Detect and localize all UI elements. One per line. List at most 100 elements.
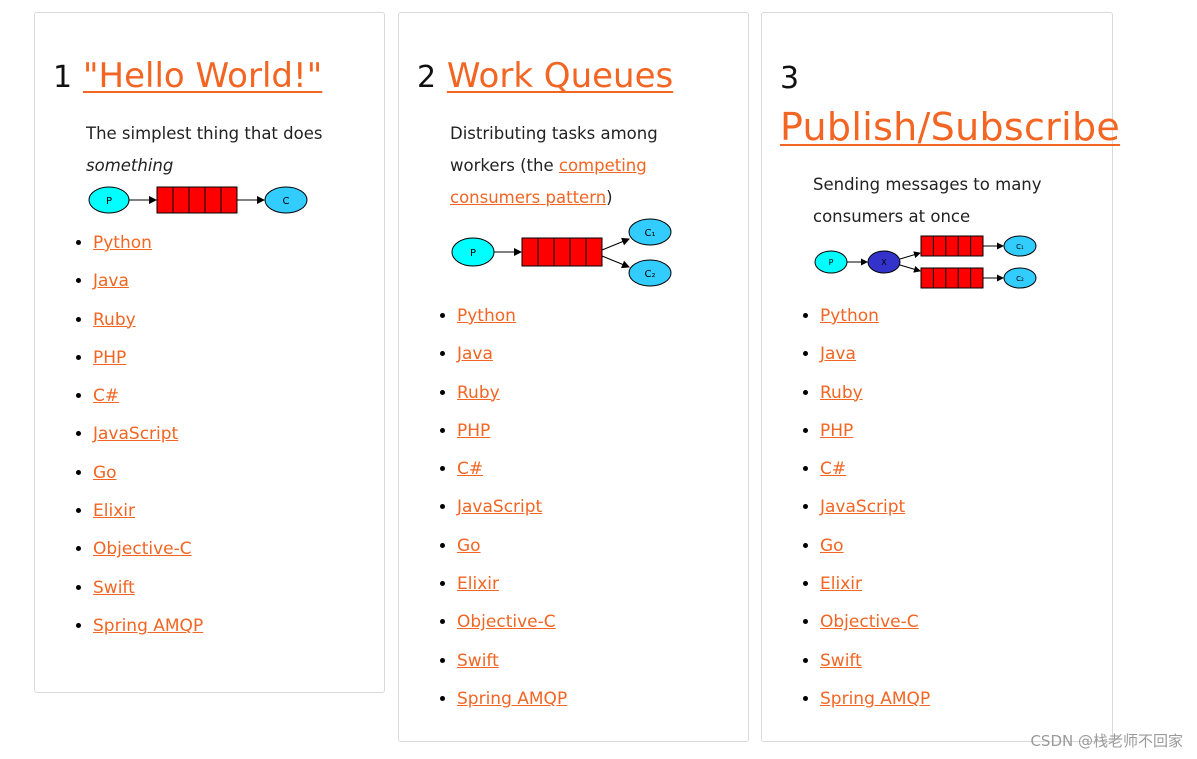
producer-label: P [106, 196, 112, 207]
card-description: Distributing tasks among workers (the co… [450, 118, 658, 214]
list-item: PHP [93, 339, 203, 377]
watermark: CSDN @栈老师不回家 [1030, 732, 1183, 750]
language-link[interactable]: Ruby [93, 310, 136, 330]
language-link[interactable]: Spring AMQP [820, 689, 930, 709]
list-item: Elixir [457, 565, 567, 603]
queue-node [521, 237, 603, 267]
card-title: 1 "Hello World!" [53, 51, 322, 103]
language-link[interactable]: Swift [820, 651, 862, 671]
language-link[interactable]: Objective-C [93, 539, 192, 559]
description-line: Sending messages to many [813, 175, 1042, 194]
language-link[interactable]: Elixir [820, 574, 862, 594]
list-item: Python [93, 224, 203, 262]
list-item: Elixir [93, 492, 203, 530]
language-link[interactable]: PHP [93, 348, 126, 368]
language-link[interactable]: Java [93, 271, 129, 291]
language-link[interactable]: JavaScript [457, 497, 542, 517]
consumer-2-label: C₂ [645, 269, 656, 280]
language-link[interactable]: Java [457, 344, 493, 364]
language-link[interactable]: JavaScript [93, 424, 178, 444]
list-item: Swift [93, 569, 203, 607]
language-link[interactable]: JavaScript [820, 497, 905, 517]
list-item: Objective-C [820, 603, 930, 641]
list-item: Go [457, 527, 567, 565]
list-item: JavaScript [820, 488, 930, 526]
language-link[interactable]: Go [820, 536, 844, 556]
card-title: 2 Work Queues [417, 51, 673, 103]
list-item: Ruby [93, 301, 203, 339]
producer-label: P [829, 258, 834, 267]
language-link[interactable]: PHP [820, 421, 853, 441]
list-item: JavaScript [93, 415, 203, 453]
list-item: Ruby [820, 374, 930, 412]
list-item: Python [457, 297, 567, 335]
language-list: Python Java Ruby PHP C# JavaScript Go El… [399, 297, 567, 718]
description-line: consumers at once [813, 207, 971, 226]
language-link[interactable]: Go [457, 536, 481, 556]
publish-subscribe-diagram: P X C₁ C₂ [814, 235, 1037, 289]
description-text: workers (the [450, 156, 559, 175]
list-item: JavaScript [457, 488, 567, 526]
language-link[interactable]: Go [93, 463, 117, 483]
language-link[interactable]: Ruby [820, 383, 863, 403]
language-link[interactable]: C# [820, 459, 846, 479]
list-item: Python [820, 297, 930, 335]
consumer-2-label: C₂ [1016, 275, 1024, 283]
language-link[interactable]: Swift [93, 578, 135, 598]
list-item: Spring AMQP [820, 680, 930, 718]
list-item: Spring AMQP [457, 680, 567, 718]
language-link[interactable]: Python [457, 306, 516, 326]
consumer-1-label: C₁ [1016, 243, 1024, 251]
list-item: Java [457, 335, 567, 373]
list-item: Go [820, 527, 930, 565]
language-link[interactable]: C# [457, 459, 483, 479]
description-text: ) [606, 188, 613, 207]
tutorial-number: 3 [780, 61, 800, 96]
list-item: Swift [457, 642, 567, 680]
title-link-work-queues[interactable]: Work Queues [447, 56, 673, 96]
description-line: The simplest thing that does [86, 124, 323, 143]
list-item: Objective-C [93, 530, 203, 568]
language-link[interactable]: Spring AMQP [457, 689, 567, 709]
consumers-pattern-link[interactable]: consumers pattern [450, 188, 606, 207]
consumer-label: C [283, 196, 290, 207]
work-queues-diagram: P C₁ C₂ [451, 218, 672, 287]
language-list: Python Java Ruby PHP C# JavaScript Go El… [35, 224, 203, 645]
tutorial-number: 1 [53, 60, 73, 95]
queue-2-node [920, 267, 984, 289]
queue-node [156, 186, 238, 214]
list-item: Elixir [820, 565, 930, 603]
language-link[interactable]: PHP [457, 421, 490, 441]
list-item: C# [457, 450, 567, 488]
list-item: PHP [820, 412, 930, 450]
language-link[interactable]: Elixir [93, 501, 135, 521]
language-link[interactable]: Swift [457, 651, 499, 671]
list-item: Java [93, 262, 203, 300]
language-link[interactable]: C# [93, 386, 119, 406]
language-link[interactable]: Elixir [457, 574, 499, 594]
card-title: 3 Publish/Subscribe [780, 55, 1120, 153]
language-link[interactable]: Java [820, 344, 856, 364]
producer-label: P [470, 248, 476, 259]
language-link[interactable]: Python [93, 233, 152, 253]
competing-link[interactable]: competing [559, 156, 647, 175]
description-emphasis: something [86, 156, 174, 175]
language-link[interactable]: Spring AMQP [93, 616, 203, 636]
language-link[interactable]: Ruby [457, 383, 500, 403]
list-item: PHP [457, 412, 567, 450]
language-list: Python Java Ruby PHP C# JavaScript Go El… [762, 297, 930, 718]
title-link-publish-subscribe[interactable]: Publish/Subscribe [780, 105, 1120, 149]
list-item: Go [93, 454, 203, 492]
consumer-1-label: C₁ [645, 228, 656, 239]
language-link[interactable]: Objective-C [820, 612, 919, 632]
language-link[interactable]: Python [820, 306, 879, 326]
tutorial-card-hello-world: 1 "Hello World!" The simplest thing that… [34, 12, 385, 693]
list-item: C# [820, 450, 930, 488]
title-link-hello-world[interactable]: "Hello World!" [83, 56, 322, 96]
list-item: Ruby [457, 374, 567, 412]
card-description: Sending messages to many consumers at on… [813, 169, 1042, 233]
list-item: Spring AMQP [93, 607, 203, 645]
language-link[interactable]: Objective-C [457, 612, 556, 632]
queue-1-node [920, 235, 984, 257]
exchange-label: X [881, 258, 887, 267]
